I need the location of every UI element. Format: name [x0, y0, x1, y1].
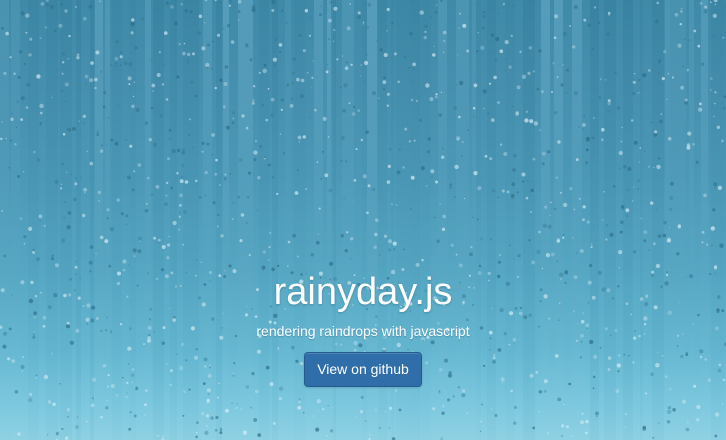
hero-content: rainyday.js rendering raindrops with jav…: [0, 270, 726, 387]
view-on-github-button[interactable]: View on github: [304, 352, 422, 387]
hero-section: rainyday.js rendering raindrops with jav…: [0, 0, 726, 440]
page-subtitle: rendering raindrops with javascript: [256, 323, 470, 339]
page-title: rainyday.js: [273, 271, 453, 313]
